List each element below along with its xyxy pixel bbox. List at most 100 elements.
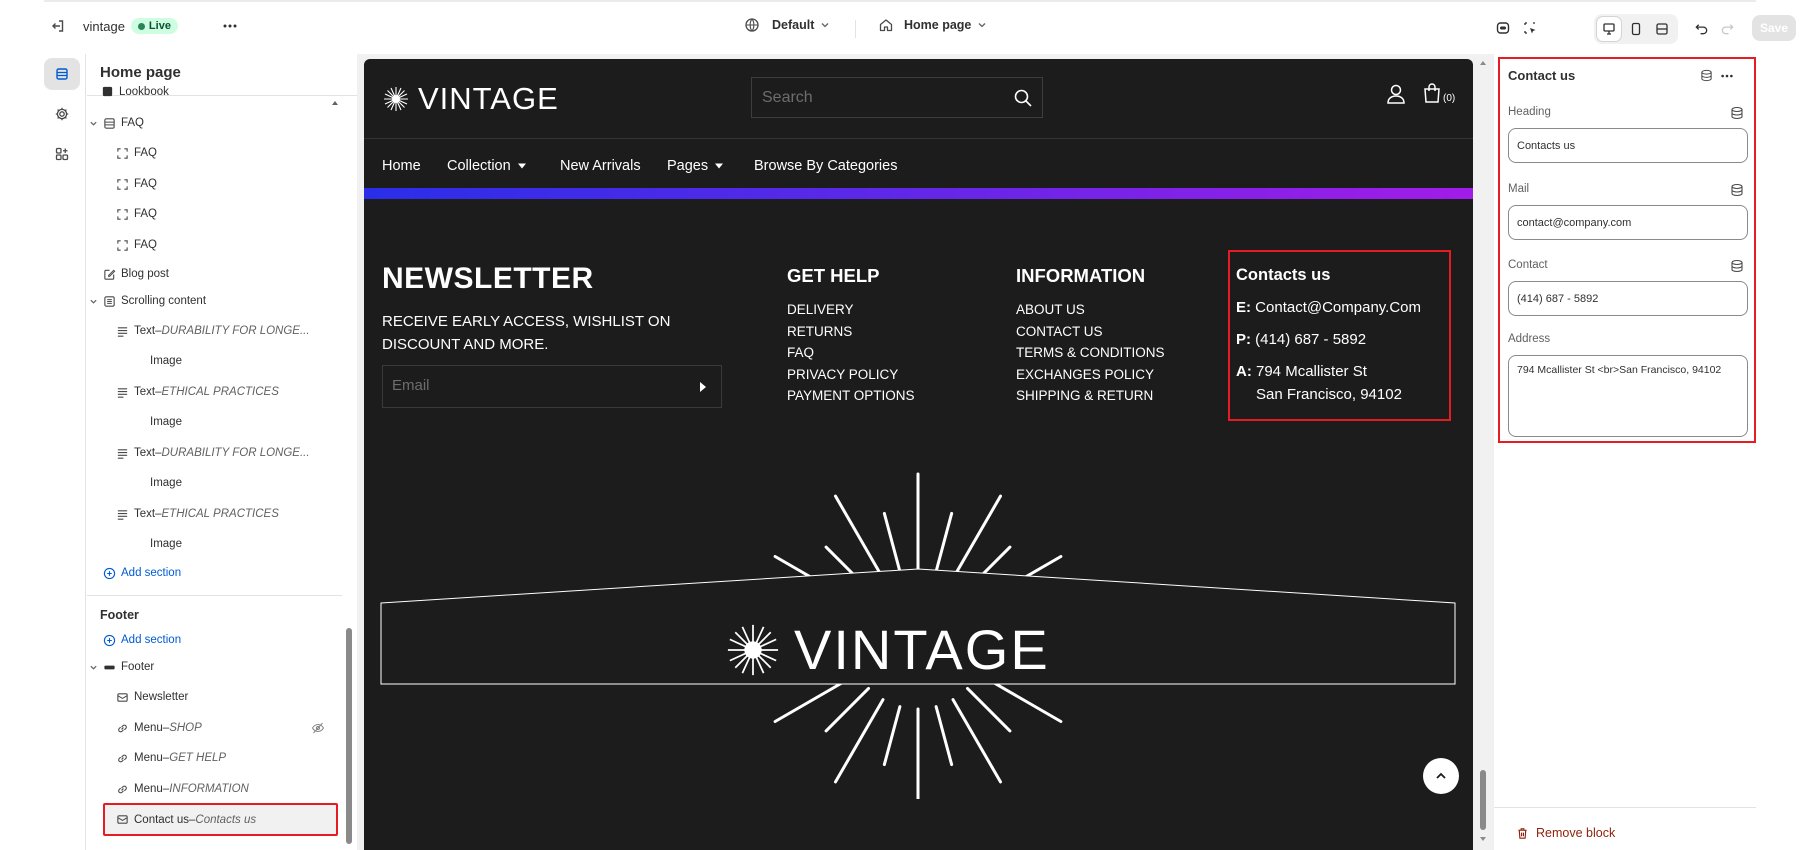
footer-link-exchanges[interactable]: EXCHANGES POLICY xyxy=(1016,364,1165,386)
undo-icon[interactable] xyxy=(1689,16,1713,40)
caret-down-icon xyxy=(517,163,526,169)
tree-item-text[interactable]: Text – ETHICAL PRACTICES xyxy=(115,501,357,527)
more-horizontal-icon[interactable] xyxy=(218,14,242,38)
remove-block-button[interactable]: Remove block xyxy=(1516,826,1615,840)
mobile-icon[interactable] xyxy=(1624,17,1648,41)
search-input[interactable]: Search xyxy=(751,77,1043,118)
contact-block-highlight[interactable]: Contacts us E: Contact@Company.Com P: (4… xyxy=(1228,250,1451,421)
tree-item-text[interactable]: Text – DURABILITY FOR LONGE... xyxy=(115,318,357,344)
tree-item-menu-get-help[interactable]: Menu – GET HELP xyxy=(115,745,357,771)
sunburst-ray xyxy=(834,494,885,580)
fullscreen-icon[interactable] xyxy=(1650,17,1674,41)
canvas-scrollbar[interactable] xyxy=(1475,54,1493,850)
footer-link-faq[interactable]: FAQ xyxy=(787,342,915,364)
tree-item-label: Menu xyxy=(134,722,163,734)
tree-item-faq[interactable]: FAQ xyxy=(115,171,357,197)
contact-address-line2: San Francisco, 94102 xyxy=(1256,386,1402,403)
tree-item-text[interactable]: Text – ETHICAL PRACTICES xyxy=(115,379,357,405)
tree-item-faq-group[interactable]: FAQ xyxy=(87,110,342,136)
search-placeholder: Search xyxy=(762,89,813,106)
chevron-down-icon[interactable] xyxy=(87,663,99,672)
user-icon[interactable] xyxy=(1385,83,1407,105)
tree-item-blog-post[interactable]: Blog post xyxy=(102,261,357,287)
heading-input[interactable]: Contacts us xyxy=(1508,128,1748,163)
database-icon[interactable] xyxy=(1730,106,1744,120)
scroll-to-top-button[interactable] xyxy=(1423,758,1459,794)
more-horizontal-icon[interactable] xyxy=(1720,69,1734,83)
footer-link-returns[interactable]: RETURNS xyxy=(787,321,915,343)
database-icon[interactable] xyxy=(1700,69,1713,82)
brand-logo[interactable]: VINTAGE xyxy=(382,81,559,117)
contact-email: E: Contact@Company.Com xyxy=(1236,299,1421,316)
settings-icon[interactable] xyxy=(44,98,80,130)
nav-home[interactable]: Home xyxy=(382,158,421,174)
submit-arrow-icon[interactable] xyxy=(699,381,707,393)
save-button[interactable]: Save xyxy=(1752,15,1796,41)
tree-item-footer[interactable]: Footer xyxy=(87,654,342,680)
tree-item-contact-us[interactable]: Contact us – Contacts us xyxy=(103,803,338,836)
main-nav: Home Collection New Arrivals Pages Brows… xyxy=(364,138,1473,194)
database-icon[interactable] xyxy=(1730,259,1744,273)
collapse-up-icon[interactable] xyxy=(330,98,340,108)
panel-title: Contact us xyxy=(1508,68,1576,83)
tree-item-lookbook[interactable]: Lookbook xyxy=(100,86,355,98)
exit-icon[interactable] xyxy=(46,14,70,38)
nav-browse-categories[interactable]: Browse By Categories xyxy=(754,158,897,174)
footer-link-delivery[interactable]: DELIVERY xyxy=(787,299,915,321)
chevron-down-icon[interactable] xyxy=(87,119,99,128)
footer-link-terms[interactable]: TERMS & CONDITIONS xyxy=(1016,342,1165,364)
tree-item-scrolling-content[interactable]: Scrolling content xyxy=(87,288,342,314)
address-textarea[interactable]: 794 Mcallister St <br>San Francisco, 941… xyxy=(1508,355,1748,437)
tree-item-faq[interactable]: FAQ xyxy=(115,232,357,258)
footer-link-privacy[interactable]: PRIVACY POLICY xyxy=(787,364,915,386)
contact-input[interactable]: (414) 687 - 5892 xyxy=(1508,281,1748,316)
tree-item-image[interactable]: Image xyxy=(150,470,357,496)
hidden-eye-icon[interactable] xyxy=(311,721,325,735)
desktop-icon[interactable] xyxy=(1597,17,1621,41)
footer-link-about[interactable]: ABOUT US xyxy=(1016,299,1165,321)
nav-new-arrivals[interactable]: New Arrivals xyxy=(560,158,641,174)
tree-item-sub: INFORMATION xyxy=(169,783,249,795)
mail-icon xyxy=(115,690,129,704)
sunburst-logo-icon xyxy=(727,624,779,675)
footer-link-contact[interactable]: CONTACT US xyxy=(1016,321,1165,343)
newsletter-email-input[interactable]: Email xyxy=(382,365,722,408)
tree-item-newsletter[interactable]: Newsletter xyxy=(115,684,357,710)
contacts-title: Contacts us xyxy=(1236,266,1331,284)
tree-item-text[interactable]: Text – DURABILITY FOR LONGE... xyxy=(115,440,357,466)
database-icon[interactable] xyxy=(1730,183,1744,197)
email-placeholder: Email xyxy=(392,377,430,394)
topbar-divider xyxy=(855,20,856,38)
tree-item-faq[interactable]: FAQ xyxy=(115,140,357,166)
redo-icon[interactable] xyxy=(1715,16,1739,40)
tree-item-menu-information[interactable]: Menu – INFORMATION xyxy=(115,776,357,802)
newsletter-title: NEWSLETTER xyxy=(382,262,594,295)
mail-input[interactable]: contact@company.com xyxy=(1508,205,1748,240)
apps-icon[interactable] xyxy=(44,138,80,170)
live-badge: Live xyxy=(130,18,178,34)
sections-icon[interactable] xyxy=(44,58,80,90)
mail-label: Mail xyxy=(1508,183,1530,195)
add-footer-section-button[interactable]: Add section xyxy=(102,627,357,653)
cart[interactable]: (0) xyxy=(1422,82,1455,104)
inspector-icon[interactable] xyxy=(1518,16,1542,40)
tree-item-image[interactable]: Image xyxy=(150,409,357,435)
tree-item-image[interactable]: Image xyxy=(150,348,357,374)
theme-selector[interactable]: Default xyxy=(744,17,830,33)
footer-link-shipping[interactable]: SHIPPING & RETURN xyxy=(1016,385,1165,407)
nav-pages[interactable]: Pages xyxy=(667,158,724,174)
chevron-down-icon xyxy=(821,23,829,28)
footer-link-payment[interactable]: PAYMENT OPTIONS xyxy=(787,385,915,407)
tree-item-image[interactable]: Image xyxy=(150,531,357,557)
app-embed-icon[interactable] xyxy=(1491,16,1515,40)
nav-collection[interactable]: Collection xyxy=(447,158,527,174)
tree-item-label: FAQ xyxy=(134,239,158,251)
page-selector[interactable]: Home page xyxy=(878,17,987,33)
tree-item-faq[interactable]: FAQ xyxy=(115,201,357,227)
sidebar-scrollbar[interactable] xyxy=(346,628,352,844)
add-section-button[interactable]: Add section xyxy=(102,560,357,586)
chevron-down-icon[interactable] xyxy=(87,297,99,306)
tree-item-sub: ETHICAL PRACTICES xyxy=(161,508,279,520)
search-icon[interactable] xyxy=(1013,88,1033,108)
address-label: Address xyxy=(1508,333,1551,345)
